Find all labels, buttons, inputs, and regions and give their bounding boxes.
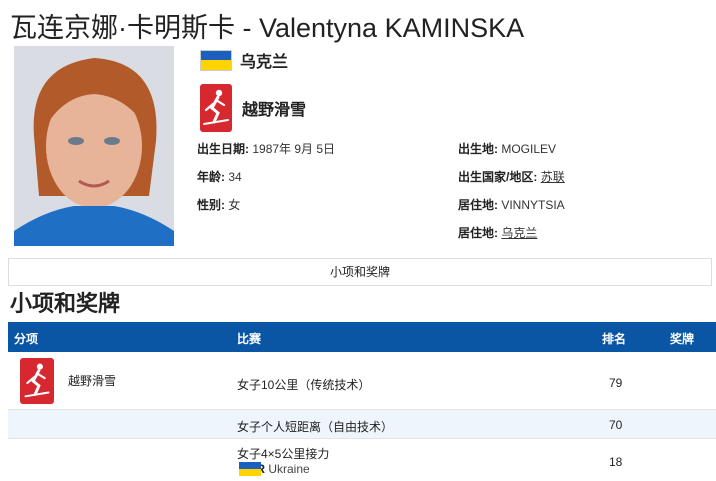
rank-value: 18 [609, 455, 623, 469]
ukraine-flag-icon [239, 462, 261, 476]
table-row: 越野滑雪 女子10公里（传统技术） 79 [8, 352, 716, 410]
section-title: 小项和奖牌 [10, 291, 121, 316]
col-discipline[interactable]: 分项 [14, 330, 38, 347]
residence-value: VINNYTSIA [501, 198, 565, 212]
ukraine-flag-icon [200, 49, 232, 71]
residence-country-link[interactable]: 乌克兰 [501, 226, 537, 240]
athlete-photo [14, 46, 174, 246]
cross-country-skiing-icon [200, 84, 232, 132]
rank-value: 70 [609, 418, 623, 432]
residence-label: 居住地: [458, 198, 498, 212]
country-name: 乌克兰 [240, 54, 289, 71]
age-value: 34 [228, 170, 242, 184]
age-field: 年龄: 34 [197, 168, 242, 185]
athlete-sport: 越野滑雪 [200, 84, 306, 132]
age-label: 年龄: [197, 170, 225, 184]
results-table: 分项 比赛 排名 奖牌 越野滑雪 女子10公里（传统技术） 79 女子个人短距离… [8, 322, 716, 481]
residence-country-label: 居住地: [458, 226, 498, 240]
table-row: 女子个人短距离（自由技术） 70 [8, 410, 716, 439]
gender-field: 性别: 女 [197, 196, 240, 213]
discipline-name: 越野滑雪 [68, 374, 117, 388]
event-name: 女子4×5公里接力 [237, 447, 330, 461]
team-info: UKR Ukraine [239, 462, 310, 476]
birth-country-label: 出生国家/地区: [458, 170, 538, 184]
residence-country-field: 居住地: 乌克兰 [458, 224, 537, 241]
gender-value: 女 [228, 198, 241, 212]
athlete-country: 乌克兰 [200, 48, 288, 72]
birthplace-field: 出生地: MOGILEV [458, 140, 556, 157]
gender-label: 性别: [197, 198, 225, 212]
table-row: 女子4×5公里接力 UKR Ukraine 18 [8, 439, 716, 481]
dob-value: 1987年 9月 5日 [252, 142, 336, 156]
dob-field: 出生日期: 1987年 9月 5日 [197, 140, 335, 157]
page-title: 瓦连京娜·卡明斯卡 - Valentyna KAMINSKA [10, 13, 525, 43]
cross-country-skiing-icon [20, 358, 54, 404]
dob-label: 出生日期: [197, 142, 249, 156]
sport-name: 越野滑雪 [242, 102, 307, 119]
event-name: 女子个人短距离（自由技术） [237, 420, 394, 434]
table-header: 分项 比赛 排名 奖牌 [8, 322, 716, 352]
birth-country-field: 出生国家/地区: 苏联 [458, 168, 565, 185]
col-event[interactable]: 比赛 [237, 330, 261, 347]
col-rank[interactable]: 排名 [602, 330, 626, 347]
team-name: Ukraine [268, 462, 310, 476]
birth-country-link[interactable]: 苏联 [541, 170, 565, 184]
col-medal[interactable]: 奖牌 [670, 330, 694, 347]
rank-value: 79 [609, 376, 623, 390]
residence-field: 居住地: VINNYTSIA [458, 196, 565, 213]
event-name: 女子10公里（传统技术） [237, 378, 371, 392]
tab-events-medals[interactable]: 小项和奖牌 [8, 258, 712, 286]
birthplace-label: 出生地: [458, 142, 498, 156]
birthplace-value: MOGILEV [501, 142, 557, 156]
